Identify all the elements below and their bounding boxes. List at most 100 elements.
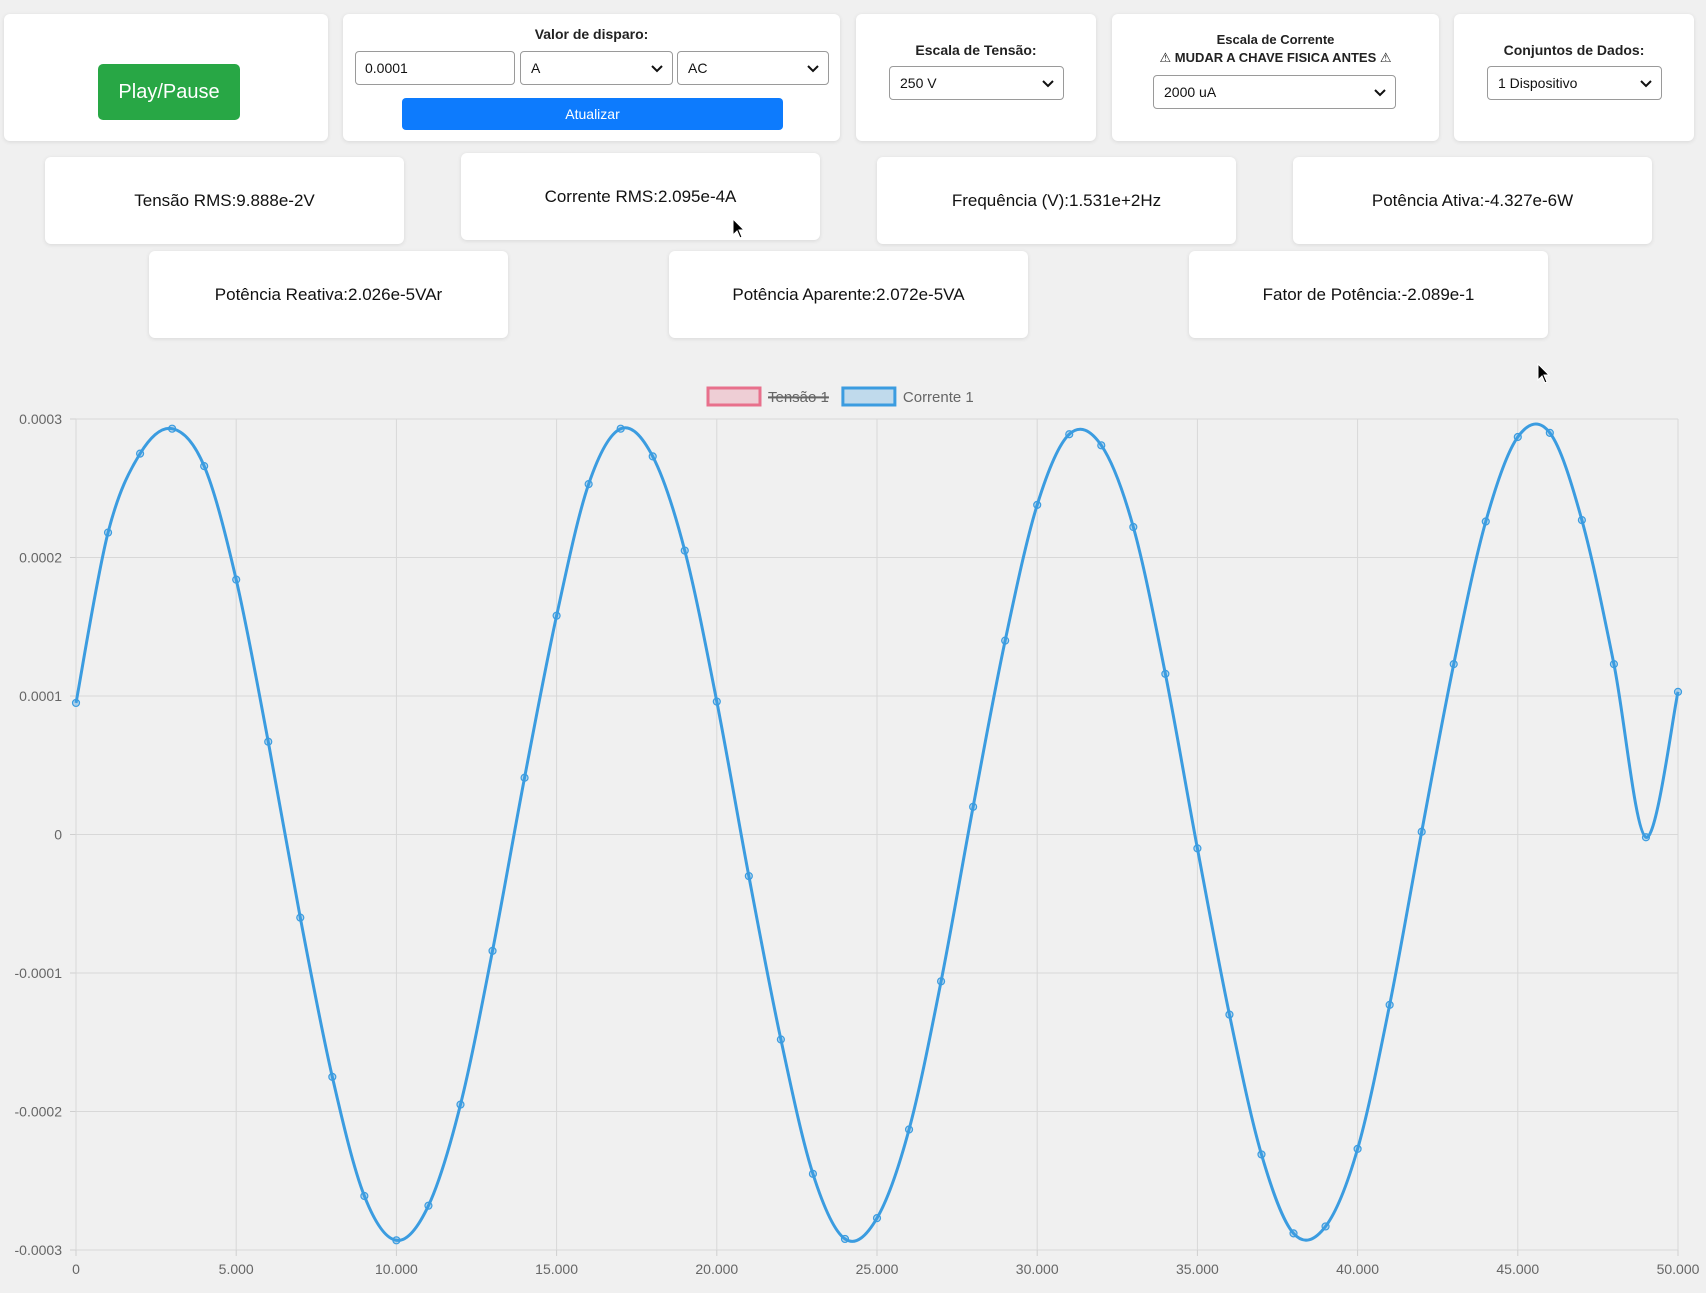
chevron-down-icon (651, 65, 663, 73)
data-point (71, 698, 81, 708)
data-point (1481, 517, 1490, 526)
data-point (296, 913, 305, 922)
y-tick-label: -0.0001 (15, 965, 63, 981)
voltage-scale-value: 250 V (900, 75, 937, 91)
current-rms-card: Corrente RMS:2.095e-4A (461, 153, 820, 240)
data-point (1609, 660, 1619, 669)
data-point (712, 697, 721, 706)
mouse-cursor-icon (1537, 363, 1551, 384)
current-scale-value: 2000 uA (1164, 84, 1217, 100)
data-point (103, 528, 113, 537)
x-tick-label: 40.000 (1336, 1261, 1379, 1277)
data-point (1577, 516, 1586, 525)
x-tick-label: 5.000 (219, 1261, 254, 1277)
data-point (552, 611, 561, 620)
data-point (616, 424, 625, 433)
data-point (328, 1072, 337, 1081)
chevron-down-icon (1042, 80, 1054, 88)
power-factor-card: Fator de Potência:-2.089e-1 (1189, 251, 1548, 338)
y-axis-ticks: 0.0003 0.0002 0.0001 0 -0.0001 -0.0002 -0.0003 (15, 411, 63, 1258)
data-point (1353, 1144, 1362, 1153)
data-point (1097, 441, 1106, 450)
data-point (1129, 522, 1138, 532)
data-point (392, 1236, 401, 1245)
trigger-value-input[interactable]: 0.0001 (355, 51, 515, 85)
data-point (1033, 500, 1042, 509)
trigger-card: Valor de disparo: 0.0001 A AC Atualizar (343, 14, 840, 141)
data-point (744, 871, 753, 881)
data-point (168, 424, 177, 433)
x-tick-label: 35.000 (1176, 1261, 1219, 1277)
chevron-down-icon (1374, 89, 1386, 97)
x-axis-ticks: 0 5.000 10.000 15.000 20.000 25.000 30.000 35.0… (72, 1261, 1700, 1277)
chart-grid (70, 418, 1679, 1256)
trigger-unit-value: A (531, 60, 541, 76)
current-scale-label: Escala de Corrente (1216, 32, 1335, 47)
x-tick-label: 50.000 (1657, 1261, 1700, 1277)
trigger-coupling-select[interactable]: AC (677, 51, 829, 85)
x-tick-label: 30.000 (1016, 1261, 1059, 1277)
x-tick-label: 10.000 (375, 1261, 418, 1277)
y-tick-label: 0.0001 (19, 688, 62, 704)
chevron-down-icon (807, 65, 819, 73)
data-point (1673, 687, 1683, 696)
data-point (1161, 669, 1170, 678)
waveform-chart: 0.0003 0.0002 0.0001 0 -0.0001 -0.0002 -0.0003… (15, 386, 1700, 1277)
mouse-cursor-icon (732, 218, 746, 239)
data-point (1545, 428, 1554, 437)
reactive-power-card: Potência Reativa:2.026e-5VAr (149, 251, 508, 338)
trigger-coupling-value: AC (688, 60, 708, 76)
play-pause-card: Play/Pause (4, 14, 328, 141)
update-button[interactable]: Atualizar (402, 98, 783, 130)
trigger-unit-select[interactable]: A (520, 51, 673, 85)
data-point (1513, 432, 1522, 442)
data-point (904, 1125, 914, 1134)
chart-legend: Tensão 1 Corrente 1 (706, 386, 974, 407)
legend-swatch (841, 386, 897, 407)
data-point (584, 479, 593, 489)
voltage-scale-select[interactable]: 250 V (889, 66, 1064, 100)
apparent-power-card: Potência Aparente:2.072e-5VA (669, 251, 1028, 338)
trigger-label: Valor de disparo: (534, 26, 649, 42)
data-point (936, 977, 946, 986)
x-tick-label: 20.000 (695, 1261, 738, 1277)
data-point (1641, 833, 1651, 842)
frequency-card: Frequência (V):1.531e+2Hz (877, 157, 1236, 244)
datasets-card: Conjuntos de Dados: 1 Dispositivo (1454, 14, 1694, 141)
data-point (1417, 827, 1426, 836)
data-point (680, 546, 689, 555)
data-point (488, 946, 497, 955)
voltage-scale-card: Escala de Tensão: 250 V (856, 14, 1096, 141)
data-point (1321, 1222, 1330, 1231)
y-tick-label: -0.0003 (15, 1242, 63, 1258)
data-point (969, 802, 978, 811)
data-point (1001, 636, 1010, 645)
voltage-scale-label: Escala de Tensão: (915, 42, 1037, 58)
data-point (360, 1191, 369, 1201)
datasets-label: Conjuntos de Dados: (1503, 42, 1645, 58)
data-point (1289, 1229, 1298, 1238)
play-pause-button[interactable]: Play/Pause (98, 64, 240, 120)
current-scale-select[interactable]: 2000 uA (1153, 75, 1396, 109)
data-point (1449, 660, 1458, 669)
data-point (1065, 430, 1074, 439)
y-tick-label: 0.0002 (19, 550, 62, 566)
data-point (456, 1100, 465, 1109)
chevron-down-icon (1640, 80, 1652, 88)
data-point (1257, 1150, 1266, 1159)
data-point (1385, 1000, 1394, 1009)
datasets-select[interactable]: 1 Dispositivo (1487, 66, 1662, 100)
legend-swatch (706, 386, 762, 407)
x-tick-label: 15.000 (535, 1261, 578, 1277)
x-tick-label: 25.000 (856, 1261, 899, 1277)
y-tick-label: -0.0002 (15, 1104, 63, 1120)
data-point (424, 1201, 433, 1210)
active-power-card: Potência Ativa:-4.327e-6W (1293, 157, 1652, 244)
data-point (840, 1234, 850, 1244)
datasets-value: 1 Dispositivo (1498, 75, 1578, 91)
data-point (264, 737, 273, 746)
legend-label: Corrente 1 (903, 389, 974, 406)
data-point (232, 575, 241, 584)
data-point (520, 773, 529, 782)
data-point (200, 461, 209, 471)
